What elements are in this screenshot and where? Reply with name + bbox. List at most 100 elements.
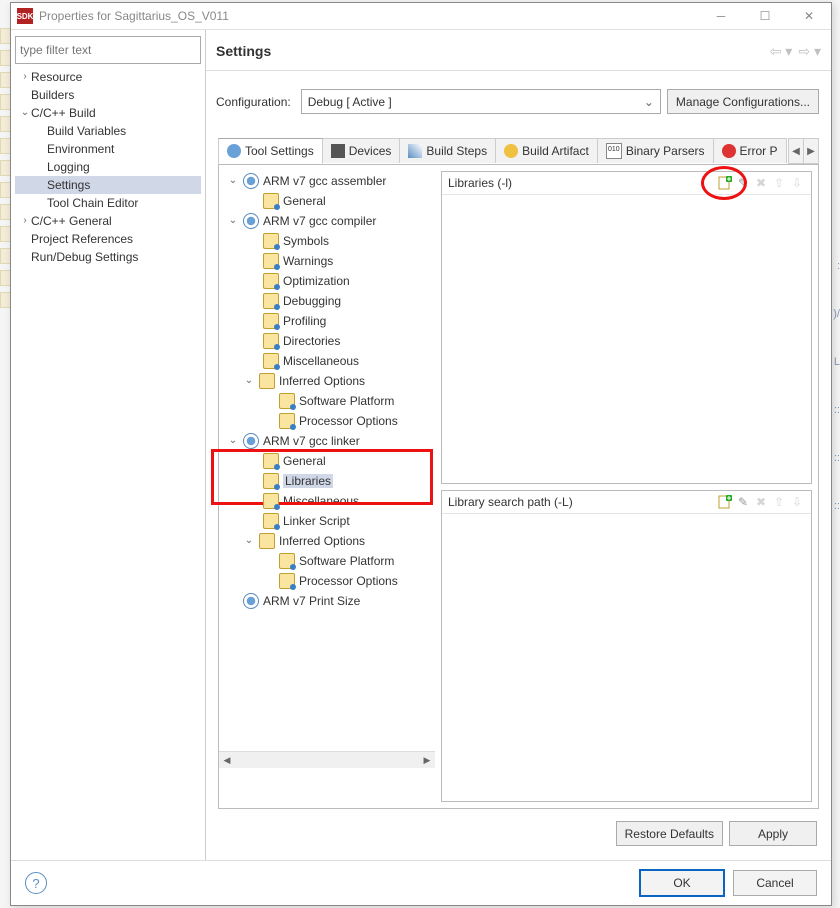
node-swplatform-cc[interactable]: Software Platform: [219, 391, 435, 411]
window-title: Properties for Sagittarius_OS_V011: [39, 9, 699, 23]
page-title: Settings: [216, 43, 770, 59]
binary-icon: 010: [606, 143, 622, 159]
right-edge-text: :)/L::::::: [833, 260, 840, 512]
node-asm-general[interactable]: General: [219, 191, 435, 211]
libraries-list[interactable]: [442, 195, 811, 483]
node-warnings[interactable]: Warnings: [219, 251, 435, 271]
page-icon: [263, 513, 279, 529]
page-icon: [263, 473, 279, 489]
delete-icon[interactable]: ✖: [753, 494, 769, 510]
libraries-title: Libraries (-l): [448, 176, 715, 190]
node-symbols[interactable]: Symbols: [219, 231, 435, 251]
tab-tool-settings[interactable]: Tool Settings: [218, 138, 323, 164]
node-procopt-cc[interactable]: Processor Options: [219, 411, 435, 431]
tab-error-parsers[interactable]: Error P: [713, 138, 787, 163]
page-icon: [263, 453, 279, 469]
node-linker-script[interactable]: Linker Script: [219, 511, 435, 531]
nav-tree: ›Resource Builders ⌄C/C++ Build Build Va…: [15, 68, 201, 854]
nav-settings[interactable]: Settings: [15, 176, 201, 194]
tab-devices[interactable]: Devices: [322, 138, 401, 163]
config-label: Configuration:: [216, 95, 291, 109]
page-icon: [263, 253, 279, 269]
node-linker-general[interactable]: General: [219, 451, 435, 471]
tabs: Tool Settings Devices Build Steps Build …: [218, 138, 819, 165]
node-misc[interactable]: Miscellaneous: [219, 351, 435, 371]
edit-icon[interactable]: ✎: [735, 175, 751, 191]
nav-resource[interactable]: ›Resource: [15, 68, 201, 86]
edit-icon[interactable]: ✎: [735, 494, 751, 510]
tab-binary-parsers[interactable]: 010Binary Parsers: [597, 138, 714, 163]
nav-projectrefs[interactable]: Project References: [15, 230, 201, 248]
tool-icon: [243, 593, 259, 609]
delete-icon[interactable]: ✖: [753, 175, 769, 191]
config-select[interactable]: Debug [ Active ] ⌄: [301, 89, 661, 114]
page-icon: [279, 573, 295, 589]
up-icon[interactable]: ⇧: [771, 175, 787, 191]
node-optimization[interactable]: Optimization: [219, 271, 435, 291]
back-icon[interactable]: ⇦ ▾: [770, 43, 793, 60]
node-linker-libraries[interactable]: Libraries: [219, 471, 435, 491]
node-debugging[interactable]: Debugging: [219, 291, 435, 311]
nav-logging[interactable]: Logging: [15, 158, 201, 176]
wand-icon: [408, 144, 422, 158]
down-icon[interactable]: ⇩: [789, 494, 805, 510]
forward-icon[interactable]: ⇨ ▾: [798, 43, 821, 60]
tab-build-steps[interactable]: Build Steps: [399, 138, 496, 163]
node-procopt-ld[interactable]: Processor Options: [219, 571, 435, 591]
down-icon[interactable]: ⇩: [789, 175, 805, 191]
tool-icon: [243, 173, 259, 189]
maximize-button[interactable]: ☐: [743, 3, 787, 29]
titlebar: SDK Properties for Sagittarius_OS_V011 ─…: [11, 3, 831, 30]
cancel-button[interactable]: Cancel: [733, 870, 817, 896]
nav-rundebug[interactable]: Run/Debug Settings: [15, 248, 201, 266]
sdk-icon: SDK: [17, 8, 33, 24]
node-profiling[interactable]: Profiling: [219, 311, 435, 331]
node-linker-misc[interactable]: Miscellaneous: [219, 491, 435, 511]
filter-input[interactable]: [15, 36, 201, 64]
nav-toolchain[interactable]: Tool Chain Editor: [15, 194, 201, 212]
properties-dialog: SDK Properties for Sagittarius_OS_V011 ─…: [10, 2, 832, 906]
up-icon[interactable]: ⇧: [771, 494, 787, 510]
trophy-icon: [504, 144, 518, 158]
node-inferred-ld[interactable]: ⌄Inferred Options: [219, 531, 435, 551]
tab-scroll-left[interactable]: ◀: [788, 138, 804, 164]
tree-hscroll[interactable]: ◀▶: [219, 751, 435, 768]
apply-button[interactable]: Apply: [729, 821, 817, 846]
node-linker[interactable]: ⌄ARM v7 gcc linker: [219, 431, 435, 451]
add-icon[interactable]: [717, 175, 733, 191]
close-button[interactable]: ✕: [787, 3, 831, 29]
page-icon: [263, 293, 279, 309]
node-printsize[interactable]: ARM v7 Print Size: [219, 591, 435, 611]
node-asm[interactable]: ⌄ARM v7 gcc assembler: [219, 171, 435, 191]
node-cc[interactable]: ⌄ARM v7 gcc compiler: [219, 211, 435, 231]
restore-defaults-button[interactable]: Restore Defaults: [616, 821, 723, 846]
node-inferred-cc[interactable]: ⌄Inferred Options: [219, 371, 435, 391]
ok-button[interactable]: OK: [639, 869, 725, 897]
page-icon: [263, 353, 279, 369]
search-path-title: Library search path (-L): [448, 495, 715, 509]
search-path-list[interactable]: [442, 514, 811, 802]
page-icon: [263, 313, 279, 329]
node-swplatform-ld[interactable]: Software Platform: [219, 551, 435, 571]
node-directories[interactable]: Directories: [219, 331, 435, 351]
manage-configurations-button[interactable]: Manage Configurations...: [667, 89, 819, 114]
chevron-down-icon: ⌄: [644, 95, 654, 109]
tool-settings-tree: ⌄ARM v7 gcc assembler General ⌄ARM v7 gc…: [219, 165, 435, 808]
nav-cbuild[interactable]: ⌄C/C++ Build: [15, 104, 201, 122]
nav-buildvars[interactable]: Build Variables: [15, 122, 201, 140]
folder-icon: [259, 533, 275, 549]
page-icon: [279, 553, 295, 569]
add-icon[interactable]: [717, 494, 733, 510]
minimize-button[interactable]: ─: [699, 3, 743, 29]
nav-environment[interactable]: Environment: [15, 140, 201, 158]
error-icon: [722, 144, 736, 158]
page-icon: [263, 333, 279, 349]
page-icon: [263, 193, 279, 209]
help-icon[interactable]: ?: [25, 872, 47, 894]
history-nav: ⇦ ▾ ⇨ ▾: [770, 43, 821, 60]
tab-scroll-right[interactable]: ▶: [803, 138, 819, 164]
nav-builders[interactable]: Builders: [15, 86, 201, 104]
right-panel: Settings ⇦ ▾ ⇨ ▾ Configuration: Debug [ …: [206, 30, 831, 860]
nav-cgeneral[interactable]: ›C/C++ General: [15, 212, 201, 230]
tab-build-artifact[interactable]: Build Artifact: [495, 138, 598, 163]
